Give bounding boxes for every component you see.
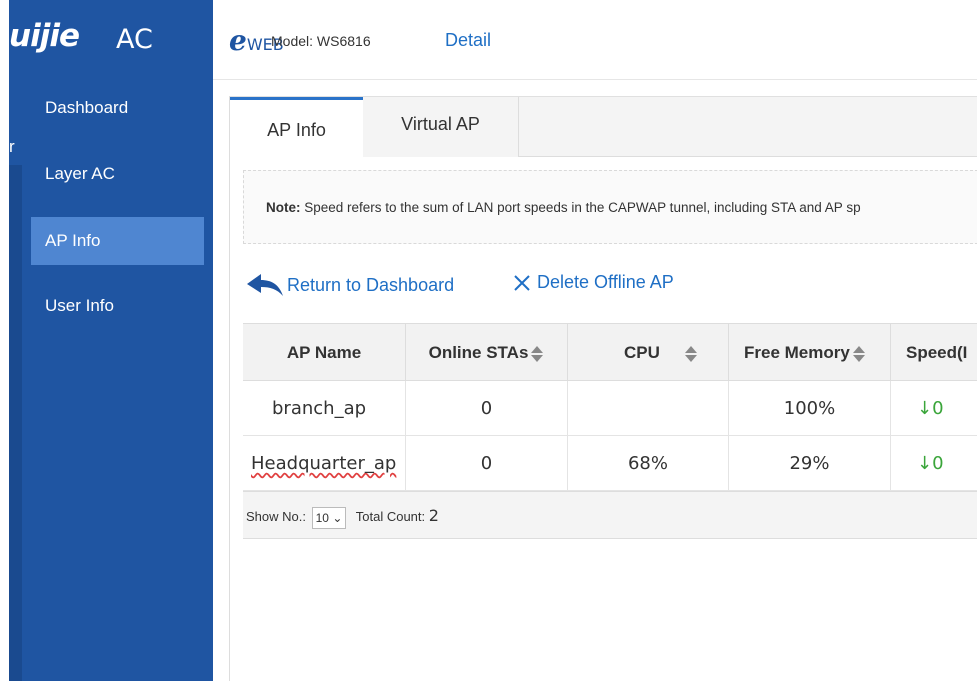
- cell-online-stas: 0: [406, 381, 568, 436]
- eweb-logo-e: e: [229, 24, 247, 57]
- model-label: Model: WS6816: [271, 33, 371, 49]
- delete-offline-ap-label: Delete Offline AP: [537, 272, 674, 292]
- column-header-speed[interactable]: Speed(I: [891, 324, 977, 382]
- column-label: CPU: [624, 343, 660, 362]
- return-to-dashboard-label: Return to Dashboard: [287, 274, 455, 295]
- cell-speed: ↓0: [917, 398, 944, 419]
- cell-free-memory: 100%: [729, 381, 891, 436]
- cell-online-stas: 0: [406, 436, 568, 491]
- cell-free-memory: 29%: [729, 436, 891, 491]
- outer-nav-fragment: r: [9, 137, 15, 156]
- sort-icon[interactable]: [852, 345, 866, 363]
- column-label: Free Memory: [744, 343, 850, 362]
- tab-bar: AP Info Virtual AP: [230, 97, 977, 158]
- brand-name: uijie: [9, 18, 80, 54]
- cell-cpu: 68%: [568, 436, 729, 491]
- cell-cpu: [568, 381, 729, 436]
- outer-nav-divider: [9, 165, 22, 681]
- show-no-label: Show No.:: [246, 509, 306, 524]
- column-label: Speed(I: [906, 343, 968, 362]
- chevron-down-icon: ⌄: [332, 510, 343, 525]
- outer-nav-strip: r k y a d n: [9, 0, 31, 681]
- table-row[interactable]: Headquarter_ap 0 68% 29% ↓0: [243, 436, 977, 491]
- sidebar-item-dashboard[interactable]: Dashboard: [31, 84, 204, 132]
- cell-speed: ↓0: [917, 453, 944, 474]
- page-size-select[interactable]: 10 ⌄: [311, 506, 347, 529]
- brand-product: AC: [116, 24, 153, 55]
- sidebar-item-ap-info[interactable]: AP Info: [31, 217, 204, 265]
- note-prefix: Note:: [266, 200, 301, 215]
- sort-icon[interactable]: [530, 345, 544, 363]
- column-header-cpu[interactable]: CPU: [568, 324, 729, 382]
- tab-ap-info[interactable]: AP Info: [230, 97, 363, 158]
- left-edge: [0, 0, 9, 681]
- speed-note: Note: Speed refers to the sum of LAN por…: [243, 170, 977, 244]
- column-header-ap-name[interactable]: AP Name: [243, 324, 406, 382]
- ap-name-text: Headquarter_ap: [251, 453, 397, 474]
- column-header-online-stas[interactable]: Online STAs: [406, 324, 568, 382]
- return-arrow-icon: [247, 274, 283, 296]
- table-row[interactable]: branch_ap 0 100% ↓0: [243, 381, 977, 436]
- content-panel: AP Info Virtual AP Note: Speed refers to…: [229, 96, 977, 681]
- detail-link[interactable]: Detail: [445, 30, 491, 51]
- brand-logo: uijie AC: [9, 0, 213, 78]
- table-header: AP Name Online STAs CPU Free Memory Spee…: [243, 323, 977, 382]
- column-label: AP Name: [286, 343, 362, 362]
- tab-virtual-ap[interactable]: Virtual AP: [363, 97, 519, 157]
- sidebar-item-user-info[interactable]: User Info: [31, 282, 204, 330]
- column-header-free-memory[interactable]: Free Memory: [729, 324, 891, 382]
- table-footer: Show No.: 10 ⌄ Total Count: 2: [243, 491, 977, 539]
- page-size-value: 10: [315, 510, 329, 525]
- total-count-value: 2: [428, 506, 439, 525]
- column-label: Online STAs: [428, 343, 529, 362]
- cell-ap-name: branch_ap: [243, 381, 406, 436]
- delete-offline-ap-button[interactable]: Delete Offline AP: [513, 272, 674, 293]
- cell-ap-name: Headquarter_ap: [243, 436, 406, 491]
- sidebar-item-layer-ac[interactable]: Layer AC: [31, 150, 204, 198]
- close-icon: [514, 274, 530, 291]
- note-text: Speed refers to the sum of LAN port spee…: [300, 200, 861, 215]
- sort-icon[interactable]: [684, 345, 698, 363]
- total-count-label: Total Count:: [355, 509, 426, 524]
- return-to-dashboard-button[interactable]: Return to Dashboard: [245, 272, 454, 298]
- header: eWEB Model: WS6816 Detail: [213, 0, 977, 80]
